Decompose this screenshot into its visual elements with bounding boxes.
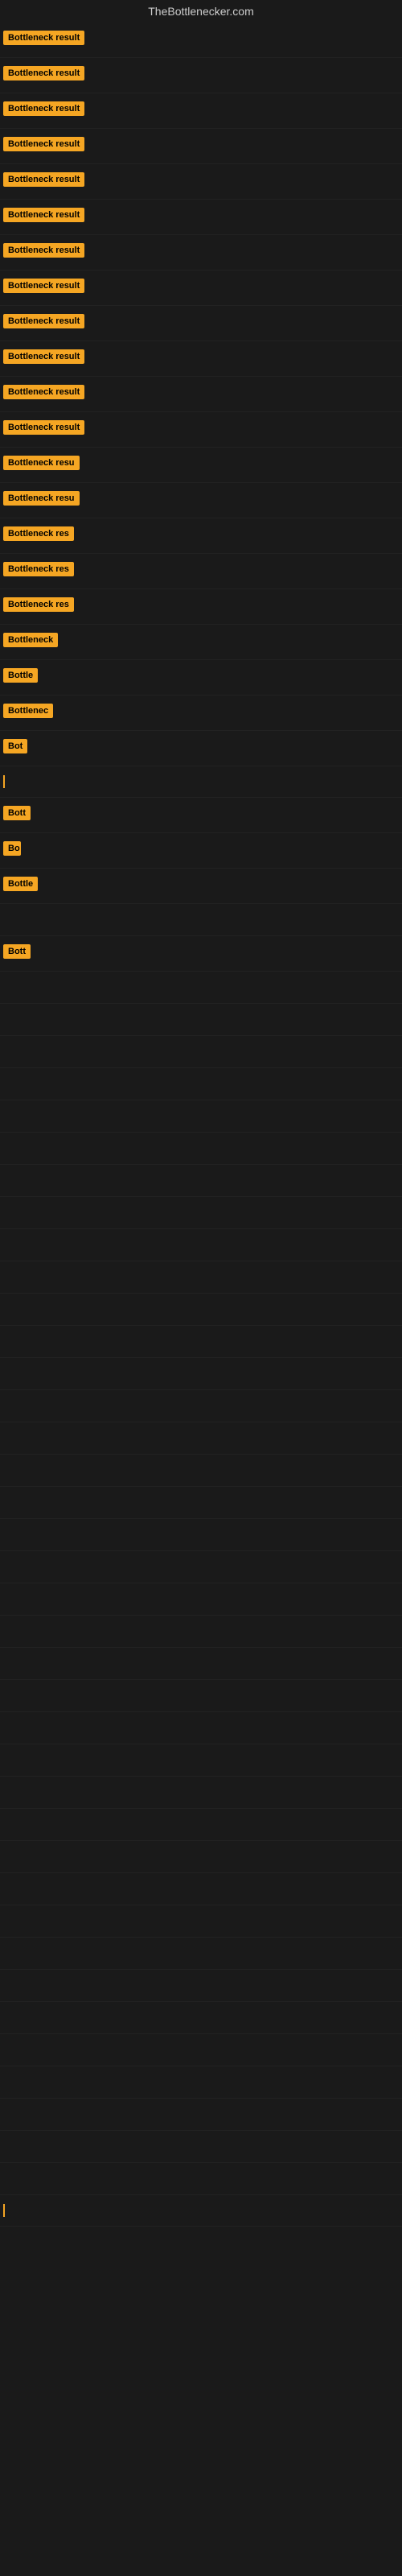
list-item <box>0 1777 402 1809</box>
list-item <box>0 972 402 1004</box>
list-item: Bottleneck result <box>0 23 402 58</box>
list-item: Bottleneck resu <box>0 483 402 518</box>
list-item <box>0 1229 402 1261</box>
list-item <box>0 1970 402 2002</box>
bottleneck-badge: Bottleneck resu <box>3 456 80 470</box>
bottleneck-badge: Bottleneck result <box>3 31 84 45</box>
list-item <box>0 1326 402 1358</box>
list-item <box>0 1100 402 1133</box>
list-item <box>0 1133 402 1165</box>
list-item <box>0 1358 402 1390</box>
list-item: Bottleneck result <box>0 58 402 93</box>
page-wrapper: TheBottlenecker.com Bottleneck result Bo… <box>0 0 402 2576</box>
list-item <box>0 2099 402 2131</box>
list-item: Bot <box>0 731 402 766</box>
bottleneck-badge: Bottleneck res <box>3 597 74 612</box>
bottleneck-badge: Bottleneck <box>3 633 58 647</box>
bottleneck-badge: Bottleneck result <box>3 137 84 151</box>
list-item: Bottleneck res <box>0 554 402 589</box>
cursor-indicator-bottom <box>3 2204 5 2217</box>
bottleneck-badge: Bottleneck result <box>3 385 84 399</box>
bottleneck-badge: Bo <box>3 841 21 856</box>
bottleneck-badge: Bottleneck result <box>3 314 84 328</box>
bottleneck-badge: Bottleneck res <box>3 526 74 541</box>
list-item <box>0 1873 402 1905</box>
list-item: Bottleneck result <box>0 235 402 270</box>
bottleneck-badge: Bottleneck result <box>3 420 84 435</box>
list-item <box>0 1809 402 1841</box>
list-item: Bottleneck res <box>0 518 402 554</box>
bottleneck-badge: Bottleneck res <box>3 562 74 576</box>
list-item <box>0 1680 402 1712</box>
list-item <box>0 1165 402 1197</box>
list-item: Bottle <box>0 869 402 904</box>
list-item <box>0 2002 402 2034</box>
list-item: Bottleneck result <box>0 200 402 235</box>
list-item: Bottleneck result <box>0 412 402 448</box>
list-item: Bott <box>0 798 402 833</box>
bottleneck-badge: Bottleneck result <box>3 66 84 80</box>
list-item <box>0 2195 402 2227</box>
list-item <box>0 1422 402 1455</box>
list-item: Bottleneck res <box>0 589 402 625</box>
list-item <box>0 1905 402 1938</box>
list-item: Bott <box>0 936 402 972</box>
list-item <box>0 1519 402 1551</box>
list-item <box>0 2131 402 2163</box>
list-item <box>0 1938 402 1970</box>
list-item <box>0 1744 402 1777</box>
list-item <box>0 1294 402 1326</box>
bottleneck-badge: Bottle <box>3 877 38 891</box>
list-item <box>0 1197 402 1229</box>
list-item: Bottleneck result <box>0 341 402 377</box>
list-item <box>0 904 402 936</box>
list-item: Bottleneck result <box>0 306 402 341</box>
list-item <box>0 1551 402 1583</box>
bottleneck-badge: Bott <box>3 806 31 820</box>
list-item: Bottleneck resu <box>0 448 402 483</box>
bottleneck-badge: Bottlenec <box>3 704 53 718</box>
list-item <box>0 1616 402 1648</box>
list-item <box>0 1261 402 1294</box>
bottleneck-badge: Bottleneck result <box>3 101 84 116</box>
bottleneck-badge: Bottleneck resu <box>3 491 80 506</box>
list-item: Bottleneck result <box>0 129 402 164</box>
list-item <box>0 2066 402 2099</box>
list-item: Bo <box>0 833 402 869</box>
bottleneck-badge: Bottle <box>3 668 38 683</box>
list-item: Bottle <box>0 660 402 696</box>
list-item <box>0 1004 402 1036</box>
list-item <box>0 766 402 798</box>
list-item <box>0 1390 402 1422</box>
bottleneck-badge: Bottleneck result <box>3 279 84 293</box>
list-item <box>0 1036 402 1068</box>
list-item: Bottlenec <box>0 696 402 731</box>
list-item <box>0 1712 402 1744</box>
list-item: Bottleneck result <box>0 270 402 306</box>
list-item: Bottleneck result <box>0 377 402 412</box>
list-item <box>0 1841 402 1873</box>
bottleneck-badge: Bottleneck result <box>3 208 84 222</box>
bottleneck-badge: Bottleneck result <box>3 243 84 258</box>
bottleneck-badge: Bot <box>3 739 27 753</box>
bottleneck-badge: Bottleneck result <box>3 172 84 187</box>
list-item: Bottleneck result <box>0 164 402 200</box>
list-item <box>0 1068 402 1100</box>
list-item <box>0 2034 402 2066</box>
list-item <box>0 1455 402 1487</box>
list-item <box>0 2163 402 2195</box>
list-item <box>0 1583 402 1616</box>
list-item: Bottleneck <box>0 625 402 660</box>
list-item: Bottleneck result <box>0 93 402 129</box>
list-item <box>0 1648 402 1680</box>
bottleneck-badge: Bott <box>3 944 31 959</box>
cursor-indicator <box>3 775 5 788</box>
bottleneck-badge: Bottleneck result <box>3 349 84 364</box>
list-item <box>0 1487 402 1519</box>
site-title: TheBottlenecker.com <box>0 0 402 23</box>
